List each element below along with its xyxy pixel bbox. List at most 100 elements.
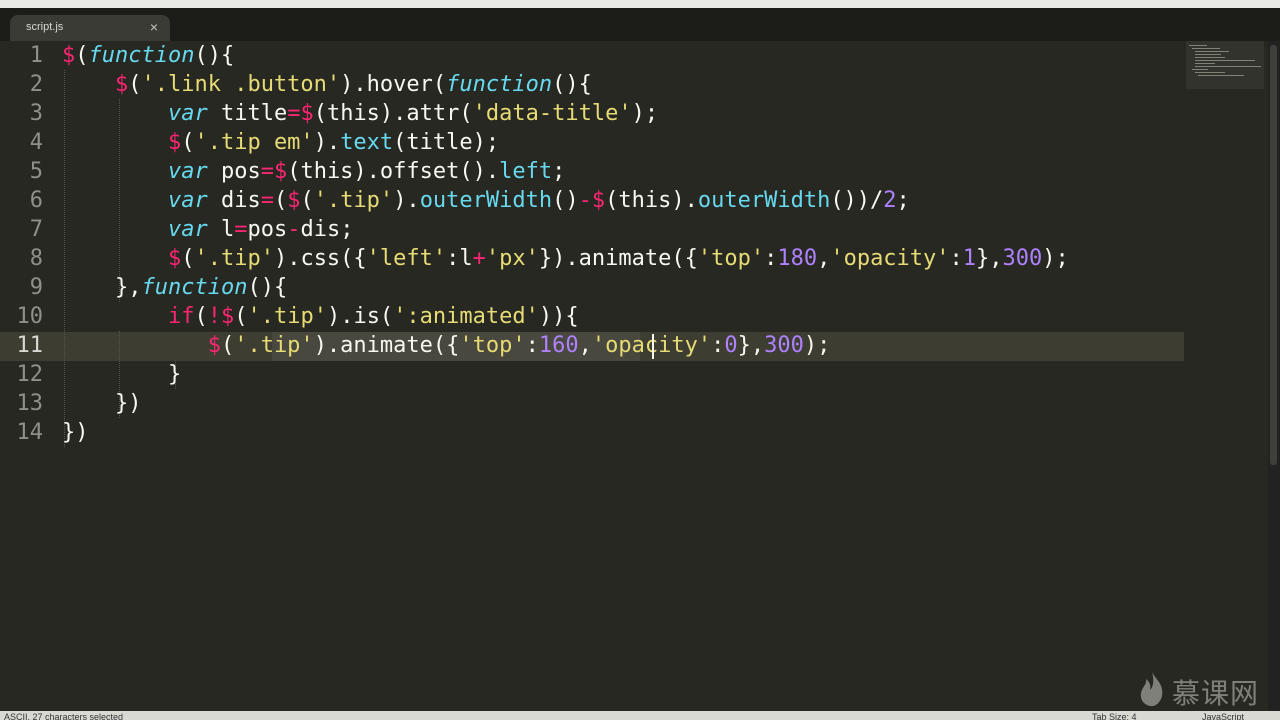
code-token: 'data-title' bbox=[472, 101, 632, 126]
tab-label: script.js bbox=[26, 21, 64, 33]
code-token: :l bbox=[446, 246, 473, 271]
selection-status: ASCII, 27 characters selected bbox=[4, 712, 124, 720]
code-line[interactable]: },function(){ bbox=[62, 273, 287, 302]
close-icon[interactable]: × bbox=[150, 19, 158, 35]
code-token: 1 bbox=[962, 246, 977, 271]
scrollbar-thumb[interactable] bbox=[1270, 45, 1277, 465]
watermark-logo: 慕课网 bbox=[1136, 670, 1272, 710]
code-token: '.tip em' bbox=[194, 130, 314, 155]
line-number: 9 bbox=[29, 275, 43, 300]
code-line[interactable]: $('.tip em').text(title); bbox=[62, 128, 499, 157]
code-line[interactable]: var title=$(this).attr('data-title'); bbox=[62, 99, 658, 128]
code-line[interactable]: var l=pos-dis; bbox=[62, 215, 353, 244]
code-line[interactable]: $('.tip').css({'left':l+'px'}).animate({… bbox=[62, 244, 1069, 273]
code-token: '.tip' bbox=[194, 246, 274, 271]
code-token: $ bbox=[114, 72, 129, 97]
minimap-line bbox=[1195, 60, 1255, 61]
code-line[interactable]: }) bbox=[62, 389, 142, 418]
code-token: : bbox=[764, 246, 778, 271]
code-token: ())/ bbox=[830, 188, 884, 213]
code-editor[interactable]: 1 2 3 4 5 6 7 8 9 10 11 12 13 14 $(function(){ $('.li… bbox=[0, 41, 1268, 711]
code-token: ).hover( bbox=[340, 72, 447, 97]
syntax-indicator[interactable]: JavaScript bbox=[1202, 712, 1244, 720]
line-number: 1 bbox=[29, 43, 43, 68]
code-token: (){ bbox=[194, 43, 235, 68]
minimap-line bbox=[1195, 57, 1225, 58]
minimap-line bbox=[1192, 48, 1220, 49]
code-token: = bbox=[260, 159, 274, 184]
vertical-scrollbar[interactable] bbox=[1268, 41, 1280, 711]
code-token: var bbox=[167, 159, 208, 184]
code-token: ':animated' bbox=[393, 304, 539, 329]
line-number: 10 bbox=[16, 304, 44, 329]
line-number: 7 bbox=[29, 217, 43, 242]
code-line[interactable]: $('.link .button').hover(function(){ bbox=[62, 70, 592, 99]
code-line[interactable]: var dis=($('.tip').outerWidth()-$(this).… bbox=[62, 186, 910, 215]
minimap[interactable] bbox=[1186, 41, 1264, 89]
code-token: ); bbox=[1042, 246, 1069, 271]
code-token: $ bbox=[591, 188, 606, 213]
code-token: = bbox=[234, 217, 248, 242]
line-number: 6 bbox=[29, 188, 43, 213]
code-token: 'top' bbox=[697, 246, 765, 271]
code-token: 'top' bbox=[459, 333, 526, 358]
code-token: 300 bbox=[764, 333, 804, 358]
code-token: (this). bbox=[605, 188, 698, 213]
code-token: text bbox=[340, 130, 394, 155]
text-cursor bbox=[652, 334, 654, 359]
code-line[interactable]: $(function(){ bbox=[62, 41, 234, 70]
line-number: 8 bbox=[29, 246, 43, 271]
code-token: $ bbox=[207, 333, 221, 358]
code-line[interactable]: }) bbox=[62, 418, 89, 447]
minimap-line bbox=[1195, 51, 1229, 52]
code-token: if bbox=[167, 304, 195, 329]
line-number: 2 bbox=[29, 72, 43, 97]
code-token: ( bbox=[300, 188, 314, 213]
code-token: left bbox=[499, 159, 553, 184]
minimap-line bbox=[1192, 69, 1208, 70]
code-token: outerWidth bbox=[697, 188, 831, 213]
code-token: var bbox=[167, 217, 208, 242]
code-token: '.link .button' bbox=[141, 72, 341, 97]
code-token: 'left' bbox=[366, 246, 447, 271]
code-token: ); bbox=[803, 333, 831, 358]
line-number: 14 bbox=[16, 420, 44, 445]
code-line[interactable]: $('.tip').animate({'top':160,'opacity':0… bbox=[62, 331, 831, 360]
code-token: = bbox=[260, 188, 274, 213]
tab-bar: script.js × bbox=[0, 8, 1280, 41]
line-number: 13 bbox=[16, 391, 44, 416]
code-token: }, bbox=[737, 333, 765, 358]
code-token: }, bbox=[976, 246, 1003, 271]
tab-size-indicator[interactable]: Tab Size: 4 bbox=[1092, 712, 1137, 720]
code-token: : bbox=[711, 333, 725, 358]
code-token: ( bbox=[220, 333, 235, 358]
code-token: var bbox=[167, 101, 208, 126]
code-token: : bbox=[525, 333, 539, 358]
code-token: (this).offset(). bbox=[287, 159, 500, 184]
minimap-line bbox=[1189, 45, 1207, 46]
code-token: $ bbox=[167, 130, 182, 155]
code-token: (this).attr( bbox=[313, 101, 473, 126]
code-token: ( bbox=[273, 188, 288, 213]
code-token: 2 bbox=[883, 188, 897, 213]
code-token: (){ bbox=[552, 72, 592, 97]
code-token: function bbox=[446, 72, 553, 97]
code-token: outerWidth bbox=[419, 188, 553, 213]
code-line[interactable]: var pos=$(this).offset().left; bbox=[62, 157, 565, 186]
code-line[interactable]: if(!$('.tip').is(':animated')){ bbox=[62, 302, 579, 331]
tab-script-js[interactable]: script.js × bbox=[10, 15, 170, 41]
code-area[interactable]: $(function(){ $('.link .button').hover(f… bbox=[62, 41, 1182, 711]
code-token: ( bbox=[194, 304, 208, 329]
code-token: , bbox=[578, 333, 592, 358]
code-token: ); bbox=[631, 101, 659, 126]
code-token: ).animate({ bbox=[313, 333, 460, 358]
code-token: ; bbox=[552, 159, 566, 184]
code-line[interactable]: } bbox=[62, 360, 181, 389]
minimap-line bbox=[1198, 75, 1244, 76]
